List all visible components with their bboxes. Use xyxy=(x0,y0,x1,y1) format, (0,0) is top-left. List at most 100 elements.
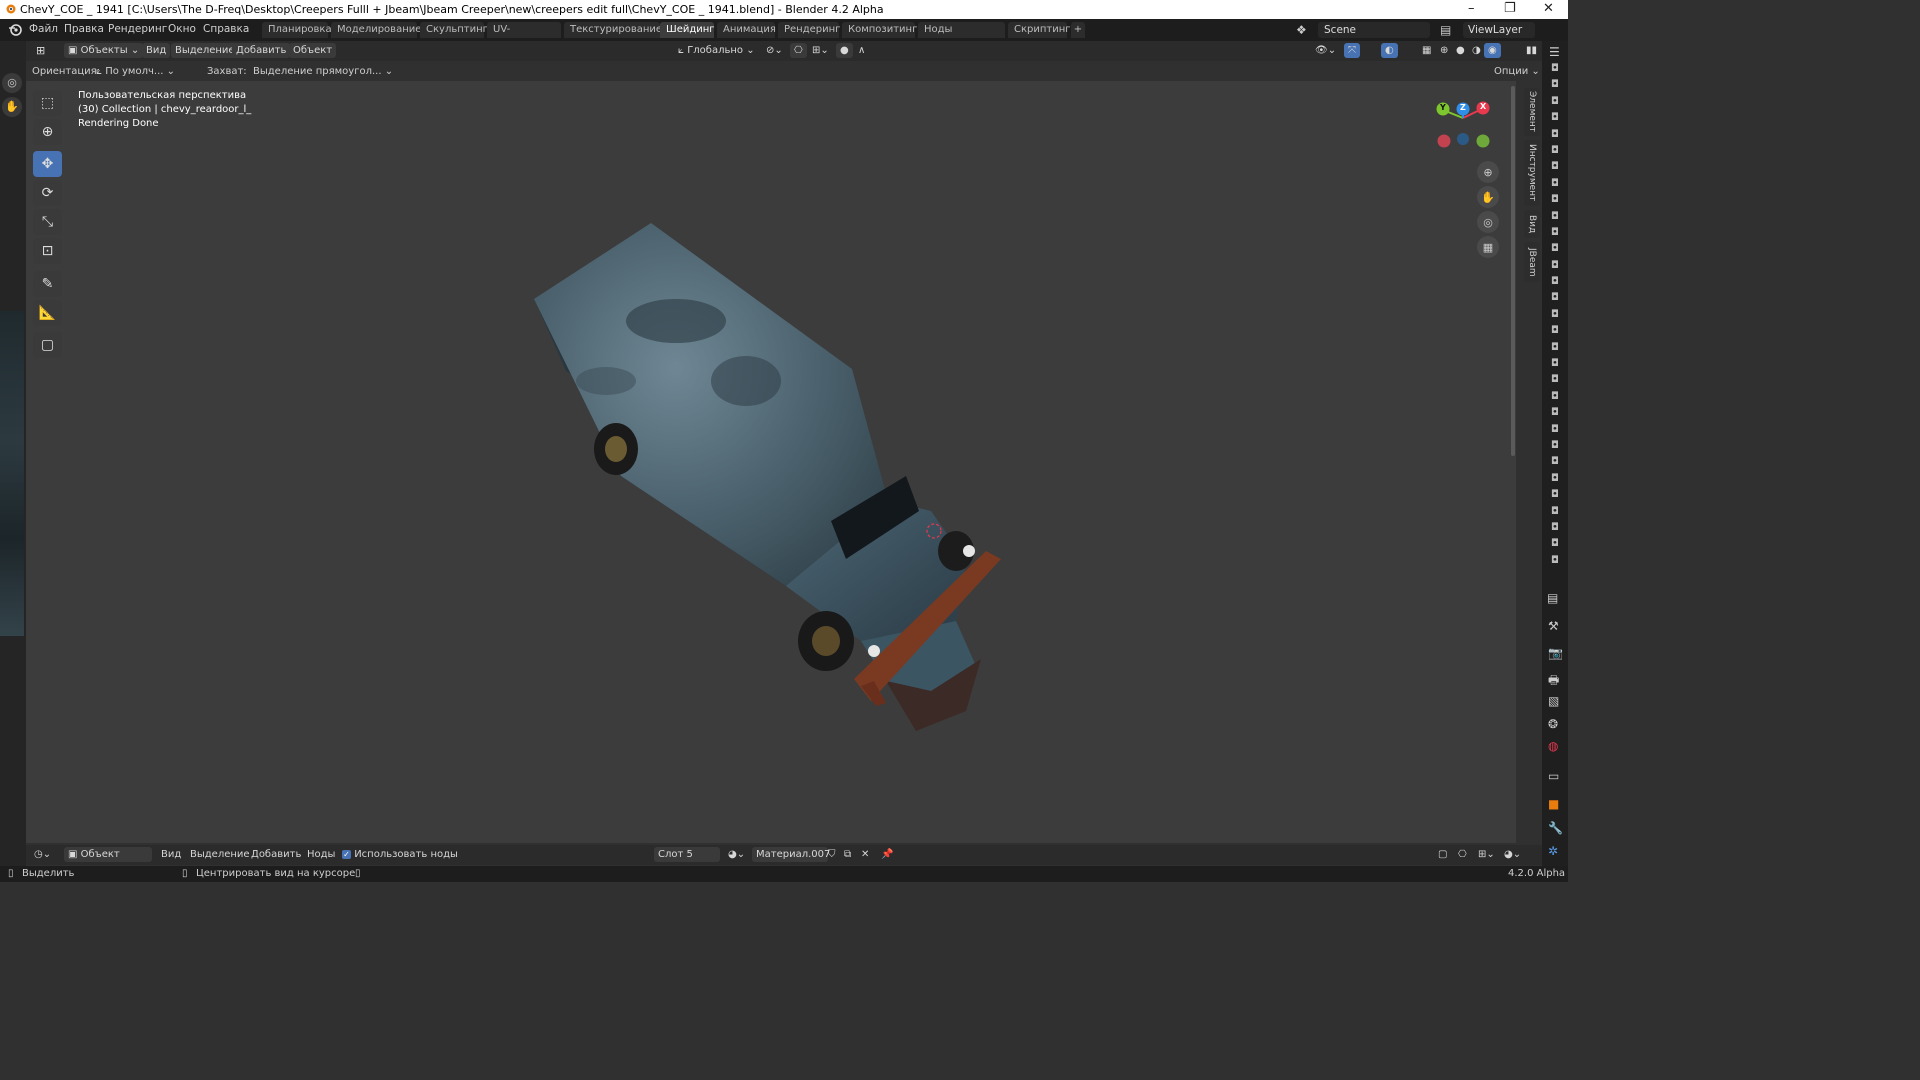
tab-sculpting[interactable]: Скульптинг xyxy=(420,22,488,38)
menu-view[interactable]: Вид xyxy=(142,43,171,58)
render-visibility-icon[interactable]: ◘ xyxy=(1546,96,1564,112)
use-nodes-toggle[interactable]: ✓ Использовать ноды xyxy=(342,849,458,860)
visibility-icon[interactable]: 👁⌄ xyxy=(1311,43,1340,58)
close-button[interactable]: ✕ xyxy=(1543,1,1554,16)
tab-animation[interactable]: Анимация xyxy=(717,22,776,38)
sidebar-tab-tool[interactable]: Инструмент xyxy=(1524,140,1540,206)
render-visibility-icon[interactable]: ◘ xyxy=(1546,358,1564,374)
render-visibility-icon[interactable]: ◘ xyxy=(1546,342,1564,358)
world-properties-icon[interactable]: ◍ xyxy=(1548,739,1558,753)
scene-selector[interactable]: Scene xyxy=(1318,22,1430,38)
falloff-icon[interactable]: ∧ xyxy=(854,43,869,58)
menu-file[interactable]: Файл xyxy=(29,23,58,35)
editor-type-icon[interactable]: ⊞ xyxy=(36,44,45,57)
particles-properties-icon[interactable]: ✲ xyxy=(1548,844,1558,858)
view-layer-icon[interactable]: ▤ xyxy=(1440,23,1451,37)
orientation-dropdown[interactable]: ⟀ По умолч... ⌄ xyxy=(96,66,175,77)
scene-icon[interactable]: ❖ xyxy=(1296,23,1307,37)
solid-shading-icon[interactable]: ● xyxy=(1452,43,1469,58)
sidebar-toggle-icon[interactable]: ▮▮ xyxy=(1522,43,1541,58)
render-visibility-icon[interactable]: ◘ xyxy=(1546,538,1564,554)
tab-compositing[interactable]: Композитинг xyxy=(842,22,917,38)
unlink-material-icon[interactable]: ✕ xyxy=(861,849,869,860)
render-visibility-icon[interactable]: ◘ xyxy=(1546,260,1564,276)
tool-properties-icon[interactable]: ⚒ xyxy=(1548,619,1559,633)
render-visibility-icon[interactable]: ◘ xyxy=(1546,325,1564,341)
render-visibility-icon[interactable]: ◘ xyxy=(1546,292,1564,308)
render-visibility-icon[interactable]: ◘ xyxy=(1546,456,1564,472)
tab-texture-paint[interactable]: Текстурирование xyxy=(564,22,662,38)
material-shading-icon[interactable]: ◑ xyxy=(1468,43,1485,58)
render-visibility-icon[interactable]: ◘ xyxy=(1546,145,1564,161)
measure-tool-icon[interactable]: 📐 xyxy=(33,300,62,326)
add-cube-tool-icon[interactable]: ▢ xyxy=(33,332,62,358)
menu-render[interactable]: Рендеринг xyxy=(108,23,167,35)
render-visibility-icon[interactable]: ◘ xyxy=(1546,506,1564,522)
menu-add[interactable]: Добавить xyxy=(251,849,301,860)
camera-view-icon[interactable]: ◎ xyxy=(1477,211,1499,233)
render-visibility-icon[interactable]: ◘ xyxy=(1546,79,1564,95)
sidebar-tab-jbeam[interactable]: JBeam xyxy=(1524,242,1540,282)
selection-mode-dropdown[interactable]: Выделение прямоугол... ⌄ xyxy=(253,66,393,77)
transform-orientation[interactable]: ⟀ Глобально ⌄ xyxy=(674,43,759,58)
render-visibility-icon[interactable]: ◘ xyxy=(1546,112,1564,128)
render-visibility-icon[interactable]: ◘ xyxy=(1546,194,1564,210)
view-layer-selector[interactable]: ViewLayer xyxy=(1463,22,1535,38)
tab-uv-editing[interactable]: UV-редактор xyxy=(487,22,561,51)
xray-icon[interactable]: ▦ xyxy=(1418,43,1435,58)
menu-window[interactable]: Окно xyxy=(168,23,196,35)
render-visibility-icon[interactable]: ◘ xyxy=(1546,424,1564,440)
menu-edit[interactable]: Правка xyxy=(64,23,104,35)
pin-icon[interactable]: 📌 xyxy=(881,849,893,860)
editor-type-icon[interactable]: ◷⌄ xyxy=(34,849,51,860)
tab-modeling[interactable]: Моделирование xyxy=(331,22,421,38)
render-visibility-icon[interactable]: ◘ xyxy=(1546,161,1564,177)
hand-icon[interactable]: ✋ xyxy=(2,97,22,117)
slot-selector[interactable]: Слот 5 xyxy=(654,847,720,862)
scale-tool-icon[interactable]: ⤡ xyxy=(33,209,62,235)
pan-hand-icon[interactable]: ✋ xyxy=(1477,186,1499,208)
tab-scripting[interactable]: Скриптинг xyxy=(1008,22,1071,38)
rendered-shading-icon[interactable]: ◉ xyxy=(1484,43,1501,58)
rotate-tool-icon[interactable]: ⟳ xyxy=(33,180,62,206)
modifier-properties-icon[interactable]: 🔧 xyxy=(1548,821,1563,835)
render-visibility-icon[interactable]: ◘ xyxy=(1546,276,1564,292)
sidebar-tab-item[interactable]: Элемент xyxy=(1524,88,1540,136)
options-dropdown[interactable]: Опции ⌄ xyxy=(1494,66,1540,77)
sidebar-tab-view[interactable]: Вид xyxy=(1524,210,1540,238)
wireframe-shading-icon[interactable]: ⊕ xyxy=(1436,43,1452,58)
menu-node[interactable]: Ноды xyxy=(307,849,335,860)
render-properties-icon[interactable]: 📷 xyxy=(1548,646,1563,660)
snap-icon[interactable]: ▢ xyxy=(1438,849,1447,860)
menu-help[interactable]: Справка xyxy=(203,23,249,35)
outliner-icon[interactable]: ☰ xyxy=(1549,45,1560,59)
snap-target-icon[interactable]: ⊞⌄ xyxy=(808,43,833,58)
collection-properties-icon[interactable]: ▭ xyxy=(1548,769,1559,783)
shader-type-selector[interactable]: ▣ Объект xyxy=(64,847,152,862)
blender-menu-icon[interactable] xyxy=(8,23,22,37)
render-visibility-icon[interactable]: ◘ xyxy=(1546,522,1564,538)
menu-select[interactable]: Выделение xyxy=(171,43,239,58)
render-visibility-icon[interactable]: ◘ xyxy=(1546,309,1564,325)
menu-view[interactable]: Вид xyxy=(161,849,181,860)
render-visibility-icon[interactable]: ◘ xyxy=(1546,374,1564,390)
view-layer-properties-icon[interactable]: ▧ xyxy=(1548,694,1559,708)
pivot-icon[interactable]: ⊘⌄ xyxy=(762,43,787,58)
render-visibility-icon[interactable]: ◘ xyxy=(1546,211,1564,227)
node-snap-icon[interactable]: ⊞⌄ xyxy=(1478,849,1495,860)
proportional-edit-icon[interactable]: ● xyxy=(836,43,853,58)
zoom-icon[interactable]: ⊕ xyxy=(1477,161,1499,183)
render-visibility-icon[interactable]: ◘ xyxy=(1546,178,1564,194)
3d-viewport[interactable] xyxy=(26,81,1516,843)
render-visibility-icon[interactable]: ◘ xyxy=(1546,391,1564,407)
add-workspace-button[interactable]: + xyxy=(1071,22,1085,38)
camera-icon[interactable]: ◎ xyxy=(2,73,22,93)
minimize-button[interactable]: – xyxy=(1468,1,1475,16)
scene-properties-icon[interactable]: ❂ xyxy=(1548,717,1558,731)
material-browse-icon[interactable]: ◕⌄ xyxy=(728,849,745,860)
render-visibility-icon[interactable]: ◘ xyxy=(1546,440,1564,456)
fake-user-icon[interactable]: ⛉ xyxy=(828,849,836,860)
annotate-tool-icon[interactable]: ✎ xyxy=(33,271,62,297)
tab-rendering[interactable]: Рендеринг xyxy=(778,22,840,38)
cursor-tool-icon[interactable]: ⊕ xyxy=(33,119,62,145)
